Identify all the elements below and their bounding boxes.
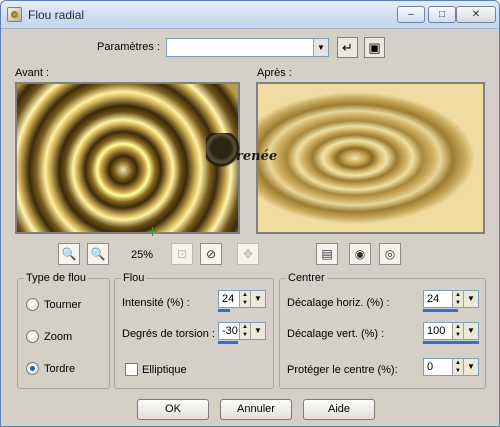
ok-button[interactable]: OK xyxy=(137,399,209,420)
app-icon xyxy=(7,7,22,22)
centrer-group-title: Centrer xyxy=(286,272,327,284)
spin-arrows-icon[interactable]: ▲ ▼ xyxy=(452,359,463,375)
chevron-down-icon[interactable]: ▼ xyxy=(463,291,478,307)
spin-arrows-icon[interactable]: ▲ ▼ xyxy=(239,291,250,307)
spin-arrows-icon[interactable]: ▲ ▼ xyxy=(239,323,250,339)
preview-eye-icon[interactable]: ◎ xyxy=(379,243,401,265)
window-title: Flou radial xyxy=(28,8,85,22)
intensite-slider[interactable] xyxy=(218,309,230,312)
zoom-reset-icon[interactable]: ⊘ xyxy=(200,243,222,265)
chevron-down-icon[interactable]: ▼ xyxy=(463,323,478,339)
radio-zoom[interactable] xyxy=(26,330,39,343)
proteger-label: Protéger le centre (%): xyxy=(287,364,398,376)
vert-spinner[interactable]: 100 ▲ ▼ ▼ xyxy=(423,322,479,340)
close-button[interactable]: ✕ xyxy=(456,6,496,23)
after-preview[interactable] xyxy=(256,82,485,234)
zoom-in-icon[interactable]: 🔍 xyxy=(87,243,109,265)
preview-layout-icon[interactable]: ▤ xyxy=(316,243,338,265)
after-label: Après : xyxy=(257,67,292,79)
horiz-slider[interactable] xyxy=(423,309,458,312)
zoom-out-icon[interactable]: 🔍 xyxy=(58,243,80,265)
chevron-down-icon[interactable]: ▼ xyxy=(250,291,265,307)
zoom-fit-icon[interactable]: ⊡ xyxy=(171,243,193,265)
flou-group-title: Flou xyxy=(121,272,147,284)
spin-arrows-icon[interactable]: ▲ ▼ xyxy=(452,291,463,307)
horiz-label: Décalage horiz. (%) : xyxy=(287,297,390,309)
pan-icon[interactable]: ✥ xyxy=(237,243,259,265)
chevron-down-icon[interactable]: ▼ xyxy=(250,323,265,339)
proteger-spinner[interactable]: 0 ▲ ▼ ▼ xyxy=(423,358,479,376)
radio-tordre[interactable] xyxy=(26,362,39,375)
preview-lock-icon[interactable]: ◉ xyxy=(349,243,371,265)
before-label: Avant : xyxy=(15,67,50,79)
chevron-down-icon[interactable]: ▼ xyxy=(313,39,328,56)
radio-zoom-label: Zoom xyxy=(44,331,73,343)
vert-label: Décalage vert. (%) : xyxy=(287,328,385,340)
save-icon[interactable]: ▣ xyxy=(364,37,385,58)
watermark: renée xyxy=(206,131,284,177)
elliptique-label: Elliptique xyxy=(142,364,187,376)
proteger-value: 0 xyxy=(427,361,434,373)
torsion-spinner[interactable]: -30 ▲ ▼ ▼ xyxy=(218,322,266,340)
intensite-label: Intensité (%) : xyxy=(122,297,190,309)
vert-slider[interactable] xyxy=(423,341,479,344)
watermark-text: renée xyxy=(236,149,278,164)
minimize-button[interactable]: – xyxy=(397,6,425,23)
intensite-spinner[interactable]: 24 ▲ ▼ ▼ xyxy=(218,290,266,308)
title-bar[interactable]: Flou radial – □ ✕ xyxy=(1,1,499,29)
maximize-button[interactable]: □ xyxy=(428,6,456,23)
elliptique-checkbox[interactable] xyxy=(125,363,138,376)
radio-tourner[interactable] xyxy=(26,298,39,311)
intensite-value: 24 xyxy=(222,293,235,305)
horiz-value: 24 xyxy=(427,293,440,305)
chevron-down-icon[interactable]: ▼ xyxy=(463,359,478,375)
flou-radial-dialog: Flou radial – □ ✕ Paramètres : ▼ ↵ ▣ Ava… xyxy=(0,0,500,427)
params-label: Paramètres : xyxy=(97,41,160,53)
zoom-level: 25% xyxy=(131,249,154,261)
crosshair-icon xyxy=(148,227,157,236)
vert-value: 100 xyxy=(427,325,446,337)
horiz-spinner[interactable]: 24 ▲ ▼ ▼ xyxy=(423,290,479,308)
torsion-value: -30 xyxy=(222,325,238,337)
aide-button[interactable]: Aide xyxy=(303,399,375,420)
radio-tordre-label: Tordre xyxy=(44,363,76,375)
torsion-label: Degrés de torsion : xyxy=(122,328,215,340)
annuler-button[interactable]: Annuler xyxy=(220,399,292,420)
type-group-title: Type de flou xyxy=(24,272,88,284)
reset-arrow-icon[interactable]: ↵ xyxy=(337,37,358,58)
spin-arrows-icon[interactable]: ▲ ▼ xyxy=(452,323,463,339)
torsion-slider[interactable] xyxy=(218,341,238,344)
params-combo[interactable]: ▼ xyxy=(166,38,329,57)
radio-tourner-label: Tourner xyxy=(44,299,82,311)
